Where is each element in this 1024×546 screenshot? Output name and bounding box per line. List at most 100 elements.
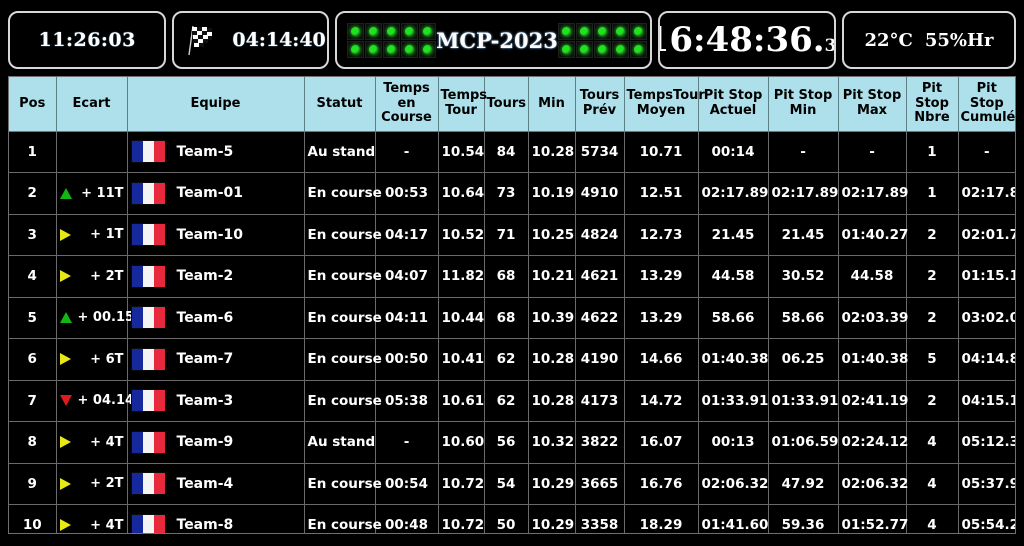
ecart-value: + 11T <box>81 185 124 201</box>
table-row[interactable]: 9 + 2T Team-4 En course 00:54 10.72 54 10.29 366… <box>9 463 1015 506</box>
col-header-pit-max[interactable]: Pit Stop Max <box>838 77 907 132</box>
cell-position: 7 <box>9 380 57 423</box>
cell-pit-nbre: 5 <box>906 338 959 381</box>
cell-position: 4 <box>9 255 57 298</box>
team-name: Team-6 <box>176 309 234 326</box>
cell-pit-cumule: 02:01.72 <box>958 214 1015 257</box>
cell-equipe[interactable]: Team-9 <box>127 421 305 464</box>
table-row[interactable]: 7 + 04.14 Team-3 En course 05:38 10.61 62 10.28… <box>9 380 1015 423</box>
cell-temps-tour: 10.60 <box>438 421 485 464</box>
cell-position: 10 <box>9 504 57 533</box>
col-header-pit-actuel[interactable]: Pit Stop Actuel <box>698 77 769 132</box>
cell-pit-actuel: 21.45 <box>698 214 769 257</box>
col-header-equipe[interactable]: Equipe <box>127 77 305 132</box>
cell-equipe[interactable]: Team-10 <box>127 214 305 257</box>
cell-equipe[interactable]: Team-4 <box>127 463 305 506</box>
cell-temps-tour: 10.41 <box>438 338 485 381</box>
cell-pit-min: 21.45 <box>768 214 839 257</box>
cell-min: 10.21 <box>528 255 576 298</box>
col-header-pit-cumule[interactable]: Pit Stop Cumulé <box>958 77 1015 132</box>
cell-tours: 73 <box>484 172 529 215</box>
table-row[interactable]: 3 + 1T Team-10 En course 04:17 10.52 71 10.25 48… <box>9 214 1015 257</box>
led-cell <box>557 22 575 40</box>
cell-pit-cumule: 05:37.95 <box>958 463 1015 506</box>
led-cell <box>575 22 593 40</box>
led-cell <box>593 40 611 58</box>
col-header-temps-course[interactable]: Temps en Course <box>375 77 439 132</box>
cell-equipe[interactable]: Team-5 <box>127 131 305 174</box>
cell-pit-nbre: 1 <box>906 131 959 174</box>
cell-tours: 62 <box>484 338 529 381</box>
cell-min: 10.28 <box>528 131 576 174</box>
cell-pit-nbre: 4 <box>906 421 959 464</box>
led-cell <box>629 40 647 58</box>
table-row[interactable]: 6 + 6T Team-7 En course 00:50 10.41 62 10.28 419… <box>9 338 1015 381</box>
session-time-value: 16:48:36.38 <box>660 23 834 57</box>
cell-ecart: + 04.14 <box>56 380 134 423</box>
cell-ecart: + 2T <box>56 255 128 298</box>
cell-equipe[interactable]: Team-6 <box>127 297 305 340</box>
col-header-statut[interactable]: Statut <box>304 77 376 132</box>
cell-position: 5 <box>9 297 57 340</box>
col-header-pos[interactable]: Pos <box>9 77 57 132</box>
table-row[interactable]: 2 + 11T Team-01 En course 00:53 10.64 73 10.19 4… <box>9 172 1015 215</box>
trend-up-icon <box>59 312 72 324</box>
cell-pit-max: 01:40.27 <box>838 214 908 257</box>
table-row[interactable]: 4 + 2T Team-2 En course 04:07 11.82 68 10.21 462… <box>9 255 1015 298</box>
team-name: Team-9 <box>176 434 234 451</box>
cell-pit-min: 47.92 <box>768 463 839 506</box>
cell-position: 8 <box>9 421 57 464</box>
cell-statut: En course <box>304 504 382 533</box>
cell-pit-nbre: 2 <box>906 380 959 423</box>
table-row[interactable]: 1 Team-5 Au stand -10.54 84 10.28 5734 10.71 00:… <box>9 131 1015 174</box>
checkered-flag-icon <box>184 23 218 57</box>
cell-position: 3 <box>9 214 57 257</box>
led-cell <box>401 22 419 40</box>
ecart-value: + 4T <box>90 434 124 450</box>
ecart-value: + 1T <box>90 227 124 243</box>
col-header-pit-min[interactable]: Pit Stop Min <box>768 77 839 132</box>
cell-temps-tour-moyen: 16.07 <box>624 421 699 464</box>
cell-temps-course: 00:50 <box>375 338 439 381</box>
col-header-temps-tour[interactable]: Temps Tour <box>438 77 487 132</box>
led-cell <box>347 40 365 58</box>
ecart-value: + 4T <box>90 517 124 533</box>
col-header-pit-nbre[interactable]: Pit Stop Nbre <box>906 77 959 132</box>
cell-position: 1 <box>9 131 57 174</box>
col-header-tours-prev[interactable]: Tours Prév <box>575 77 625 132</box>
cell-equipe[interactable]: Team-7 <box>127 338 305 381</box>
cell-tours: 71 <box>484 214 529 257</box>
led-cell <box>365 22 383 40</box>
cell-temps-tour: 11.82 <box>438 255 485 298</box>
cell-temps-tour: 10.72 <box>438 463 485 506</box>
cell-min: 10.39 <box>528 297 576 340</box>
cell-ecart: + 2T <box>56 463 128 506</box>
col-header-tt-moyen[interactable]: TempsTour Moyen <box>624 77 705 132</box>
col-header-ecart[interactable]: Ecart <box>56 77 128 132</box>
cell-pit-actuel: 00:13 <box>698 421 769 464</box>
cell-equipe[interactable]: Team-2 <box>127 255 305 298</box>
table-row[interactable]: 8 + 4T Team-9 Au stand -10.60 56 10.32 3822 16.0… <box>9 421 1015 464</box>
cell-tours: 84 <box>484 131 529 174</box>
trend-steady-icon <box>59 270 71 283</box>
col-header-tours[interactable]: Tours <box>484 77 529 132</box>
cell-equipe[interactable]: Team-01 <box>127 172 305 215</box>
cell-min: 10.19 <box>528 172 576 215</box>
table-row[interactable]: 10 + 4T Team-8 En course 00:48 10.72 50 10.29 33… <box>9 504 1015 533</box>
cell-equipe[interactable]: Team-8 <box>127 504 305 533</box>
led-cell <box>383 22 401 40</box>
cell-pit-actuel: 44.58 <box>698 255 769 298</box>
cell-ecart: + 6T <box>56 338 128 381</box>
col-header-min[interactable]: Min <box>528 77 576 132</box>
table-row[interactable]: 5 + 00.15 Team-6 En course 04:11 10.44 68 10.39… <box>9 297 1015 340</box>
cell-pit-cumule: 04:15.10 <box>958 380 1015 423</box>
wall-clock-panel: 11:26:03 <box>8 11 167 69</box>
cell-temps-tour: 10.61 <box>438 380 485 423</box>
cell-pit-min: 06.25 <box>768 338 839 381</box>
cell-tours-prev: 4824 <box>575 214 625 257</box>
cell-temps-tour-moyen: 14.66 <box>624 338 699 381</box>
cell-equipe[interactable]: Team-3 <box>127 380 305 423</box>
cell-ecart: + 11T <box>56 172 128 215</box>
flag-france-icon <box>130 140 167 164</box>
cell-tours-prev: 4190 <box>575 338 625 381</box>
